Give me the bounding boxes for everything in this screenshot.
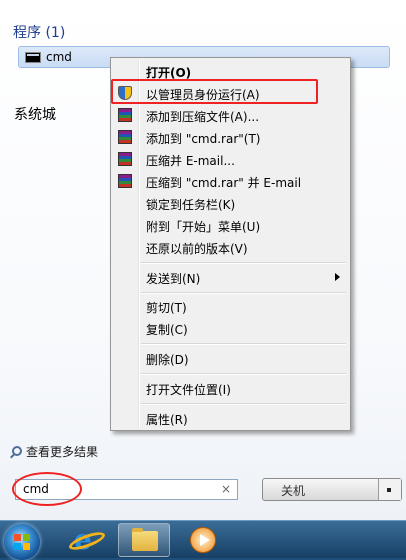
- menu-separator: [141, 403, 346, 405]
- menu-item-label: 压缩并 E-mail...: [146, 154, 235, 168]
- windows-explorer-icon[interactable]: [118, 523, 170, 557]
- menu-item-label: 剪切(T): [146, 301, 187, 315]
- menu-item-label: 压缩到 "cmd.rar" 并 E-mail: [146, 176, 302, 190]
- menu-item-cut[interactable]: 剪切(T): [113, 295, 348, 317]
- menu-item-label: 添加到压缩文件(A)...: [146, 110, 260, 124]
- winrar-icon: [118, 108, 132, 122]
- menu-item-label: 打开文件位置(I): [146, 383, 231, 397]
- play-icon: [190, 527, 216, 553]
- menu-item-label: 复制(C): [146, 323, 188, 337]
- menu-item-label: 发送到(N): [146, 272, 201, 286]
- menu-item-compress-to-cmd-rar-and-email[interactable]: 压缩到 "cmd.rar" 并 E-mail: [113, 170, 348, 192]
- search-highlight-ellipse: [12, 472, 82, 506]
- menu-item-restore-previous-versions[interactable]: 还原以前的版本(V): [113, 236, 348, 258]
- menu-separator: [141, 292, 346, 294]
- menu-item-compress-and-email[interactable]: 压缩并 E-mail...: [113, 148, 348, 170]
- see-more-results-label: 查看更多结果: [26, 444, 99, 459]
- see-more-results-link[interactable]: 查看更多结果: [12, 443, 98, 459]
- shutdown-label: 关机: [281, 484, 306, 498]
- command-prompt-icon: [25, 52, 41, 63]
- menu-item-label: 附到「开始」菜单(U): [146, 220, 261, 234]
- winrar-icon: [118, 130, 132, 144]
- shutdown-options-arrow[interactable]: [378, 479, 401, 500]
- folder-icon: [132, 528, 158, 551]
- menu-item-label: 添加到 "cmd.rar"(T): [146, 132, 261, 146]
- menu-item-pin-to-taskbar[interactable]: 锁定到任务栏(K): [113, 192, 348, 214]
- taskbar: e: [0, 520, 406, 560]
- media-player-icon[interactable]: [180, 523, 232, 557]
- menu-item-open-file-location[interactable]: 打开文件位置(I): [113, 377, 348, 399]
- winrar-icon: [118, 174, 132, 188]
- shutdown-button[interactable]: 关机: [262, 478, 402, 501]
- context-menu: 打开(O) 以管理员身份运行(A) 添加到压缩文件(A)... 添加到 "cmd…: [110, 57, 351, 431]
- menu-item-label: 删除(D): [146, 353, 189, 367]
- menu-item-properties[interactable]: 属性(R): [113, 407, 348, 429]
- menu-item-label: 属性(R): [146, 413, 188, 427]
- menu-item-pin-to-start-menu[interactable]: 附到「开始」菜单(U): [113, 214, 348, 236]
- menu-item-send-to[interactable]: 发送到(N): [113, 266, 348, 288]
- programs-results-header: 程序 (1): [13, 25, 66, 41]
- menu-item-delete[interactable]: 删除(D): [113, 347, 348, 369]
- menu-item-label: 还原以前的版本(V): [146, 242, 248, 256]
- start-orb-icon[interactable]: [4, 524, 40, 560]
- submenu-arrow-icon: [335, 273, 340, 281]
- section-label: 系统城: [14, 107, 56, 123]
- internet-explorer-icon[interactable]: e: [62, 523, 114, 557]
- search-icon: [12, 446, 22, 456]
- menu-item-add-to-archive[interactable]: 添加到压缩文件(A)...: [113, 104, 348, 126]
- run-as-admin-highlight-box: [111, 79, 318, 104]
- menu-item-add-to-cmd-rar[interactable]: 添加到 "cmd.rar"(T): [113, 126, 348, 148]
- menu-separator: [141, 343, 346, 345]
- menu-item-copy[interactable]: 复制(C): [113, 317, 348, 339]
- clear-search-icon[interactable]: ×: [221, 482, 231, 496]
- menu-separator: [141, 262, 346, 264]
- menu-item-label: 锁定到任务栏(K): [146, 198, 236, 212]
- menu-separator: [141, 373, 346, 375]
- winrar-icon: [118, 152, 132, 166]
- program-result-label: cmd: [46, 50, 72, 64]
